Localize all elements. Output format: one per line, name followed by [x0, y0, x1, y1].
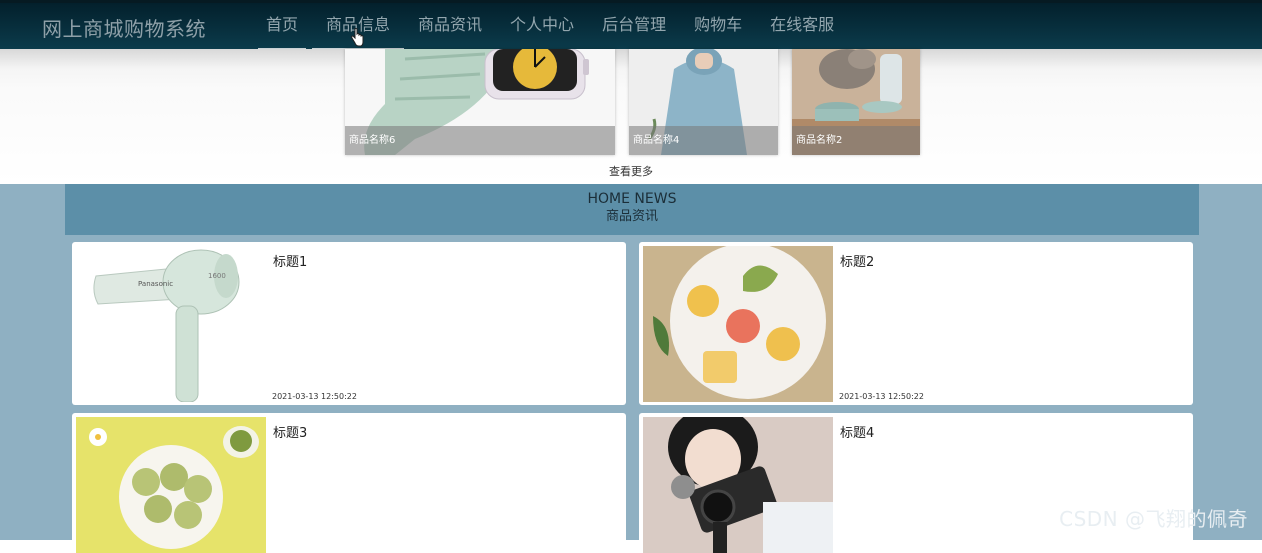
news-title: 标题4 — [840, 426, 875, 441]
view-more-link[interactable]: 查看更多 — [0, 163, 1262, 179]
nav-cart[interactable]: 购物车 — [680, 3, 756, 49]
news-card[interactable]: 标题2 2021-03-13 12:50:22 — [639, 242, 1193, 405]
news-title: 标题2 — [840, 255, 875, 270]
news-timestamp: 2021-03-13 12:50:22 — [272, 392, 357, 401]
nav-admin[interactable]: 后台管理 — [588, 3, 680, 49]
news-card[interactable]: 标题3 — [72, 413, 626, 553]
camera-person-image — [643, 417, 833, 553]
nav-home[interactable]: 首页 — [252, 3, 312, 51]
svg-text:Panasonic: Panasonic — [138, 280, 173, 288]
news-title: 标题1 — [273, 255, 308, 270]
csdn-watermark: CSDN @飞翔的佩奇 — [1059, 507, 1248, 531]
matcha-cookies-image — [76, 417, 266, 553]
product-card[interactable]: 商品名称4 — [629, 49, 778, 155]
product-card[interactable]: 商品名称2 — [792, 49, 920, 155]
nav-news[interactable]: 商品资讯 — [404, 3, 496, 49]
nav-support[interactable]: 在线客服 — [756, 3, 848, 49]
main-nav: 首页 商品信息 商品资讯 个人中心 后台管理 购物车 在线客服 — [252, 3, 848, 51]
svg-text:1600: 1600 — [208, 272, 226, 280]
product-caption: 商品名称6 — [345, 126, 615, 155]
site-brand[interactable]: 网上商城购物系统 — [42, 13, 206, 42]
product-card[interactable]: 商品名称6 — [345, 49, 615, 155]
mooncake-image — [643, 246, 833, 402]
news-card[interactable]: 标题4 — [639, 413, 1193, 553]
hand-cursor-icon — [351, 28, 364, 47]
news-timestamp: 2021-03-13 12:50:22 — [839, 392, 924, 401]
news-card[interactable]: Panasonic 1600 标题1 2021-03-13 12:50:22 — [72, 242, 626, 405]
product-caption: 商品名称4 — [629, 126, 778, 155]
nav-profile[interactable]: 个人中心 — [496, 3, 588, 49]
news-section-header: HOME NEWS 商品资讯 — [65, 184, 1199, 235]
product-caption: 商品名称2 — [792, 126, 920, 155]
top-navbar: 网上商城购物系统 首页 商品信息 商品资讯 个人中心 后台管理 购物车 在线客服 — [0, 0, 1262, 51]
news-header-cn: 商品资讯 — [605, 209, 658, 224]
hair-dryer-image: Panasonic 1600 — [76, 246, 266, 402]
news-title: 标题3 — [273, 426, 308, 441]
news-header-en: HOME NEWS — [587, 191, 677, 207]
